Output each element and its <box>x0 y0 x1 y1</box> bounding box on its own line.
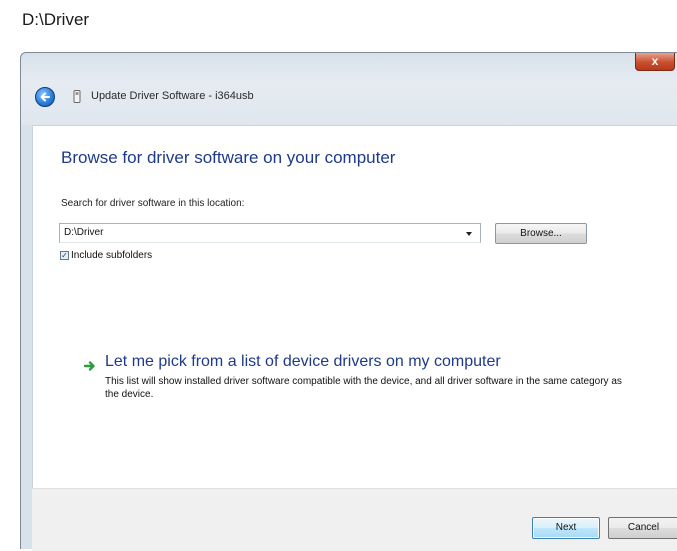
update-driver-window: x Update Driver Software - i364usb Brows… <box>20 52 677 551</box>
driver-path-value: D:\Driver <box>64 227 104 238</box>
caption-path: D:\Driver <box>22 10 90 29</box>
close-button[interactable]: x <box>635 53 675 71</box>
device-icon <box>73 90 81 103</box>
back-arrow-icon <box>40 92 50 102</box>
browse-button[interactable]: Browse... <box>495 223 587 244</box>
page-heading: Browse for driver software on your compu… <box>61 148 396 167</box>
pick-from-list-link[interactable]: Let me pick from a list of device driver… <box>105 353 501 371</box>
pick-from-list-description: This list will show installed driver sof… <box>105 376 622 400</box>
include-subfolders-checkbox[interactable]: ✓ <box>60 251 69 260</box>
next-button[interactable]: Next <box>532 517 600 539</box>
driver-path-combobox[interactable]: D:\Driver <box>59 223 481 243</box>
window-title: Update Driver Software - i364usb <box>91 90 254 102</box>
include-subfolders-label: Include subfolders <box>71 250 153 261</box>
chevron-down-icon[interactable] <box>466 232 472 236</box>
search-location-label: Search for driver software in this locat… <box>61 198 245 209</box>
green-arrow-icon[interactable] <box>83 359 97 373</box>
back-button[interactable] <box>35 87 55 107</box>
button-bar: Next Cancel <box>32 488 677 551</box>
cancel-button[interactable]: Cancel <box>608 517 677 539</box>
wizard-content: Browse for driver software on your compu… <box>32 125 677 488</box>
title-bar: x Update Driver Software - i364usb <box>21 53 677 125</box>
